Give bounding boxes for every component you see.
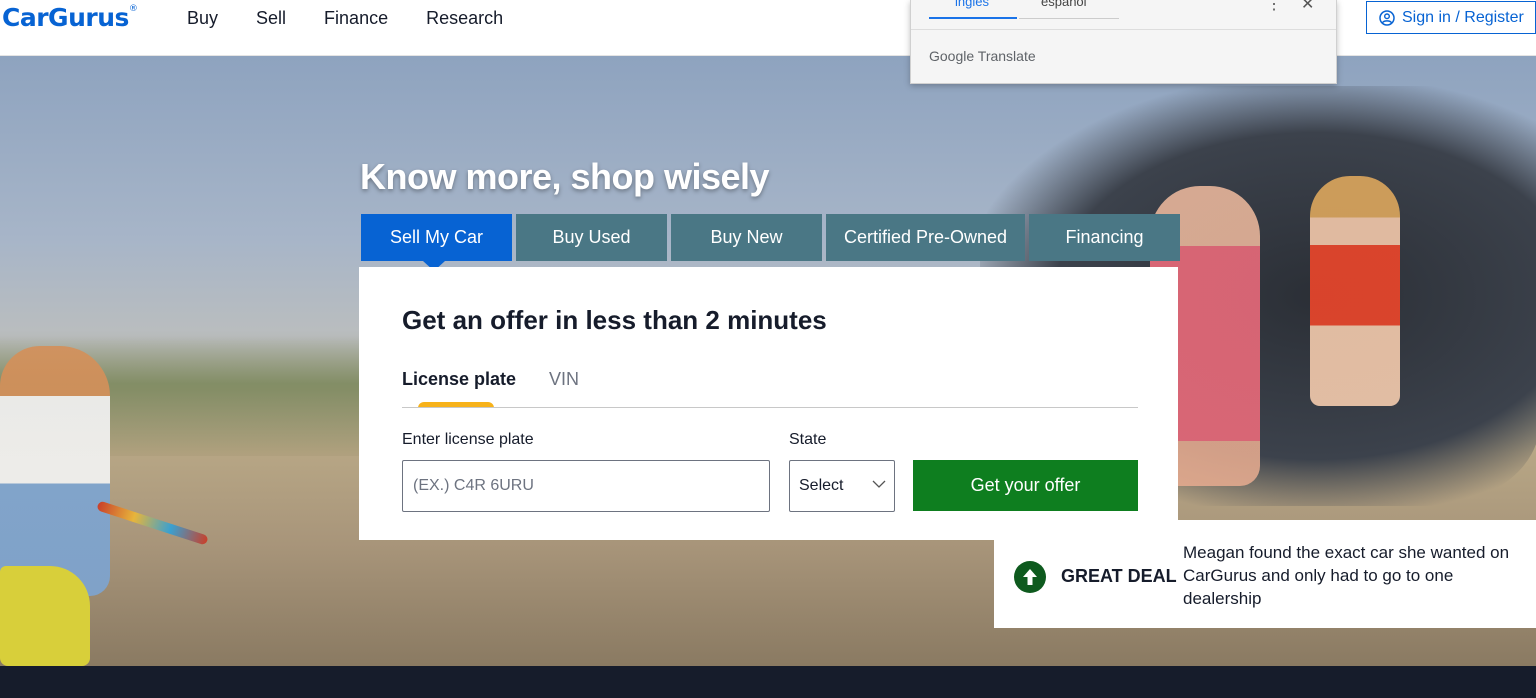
- translate-divider: [1019, 18, 1119, 19]
- hero-photo-boy: [0, 346, 110, 596]
- tab-vin[interactable]: VIN: [549, 369, 579, 390]
- sign-in-label: Sign in / Register: [1402, 8, 1524, 26]
- hero-title: Know more, shop wisely: [360, 156, 770, 197]
- tab-certified-pre-owned[interactable]: Certified Pre-Owned: [826, 214, 1025, 261]
- state-label: State: [789, 431, 827, 448]
- cargurus-logo[interactable]: CarGurus®: [2, 3, 138, 32]
- hero-photo-toy: [96, 500, 209, 546]
- hero-section: Know more, shop wisely Sell My Car Buy U…: [0, 56, 1536, 666]
- state-select[interactable]: Select: [789, 460, 895, 512]
- logo-text: CarGurus: [2, 3, 129, 32]
- google-translate-popup: inglés español ⋮ ✕ Google Translate: [910, 0, 1337, 84]
- more-options-icon[interactable]: ⋮: [1266, 0, 1282, 14]
- translate-language-tabs: inglés español ⋮ ✕: [911, 0, 1336, 30]
- tab-sell-my-car[interactable]: Sell My Car: [361, 214, 512, 271]
- translate-lang-english[interactable]: inglés: [955, 0, 989, 9]
- google-translate-brand: Google Translate: [929, 48, 1036, 64]
- tab-financing[interactable]: Financing: [1029, 214, 1180, 261]
- dark-section-band: [0, 666, 1536, 698]
- deal-rating-label: GREAT DEAL: [1061, 566, 1177, 586]
- sell-offer-card: Get an offer in less than 2 minutes Lice…: [359, 267, 1178, 540]
- offer-card-title: Get an offer in less than 2 minutes: [402, 305, 827, 335]
- great-deal-testimonial: GREAT DEAL Meagan found the exact car sh…: [994, 520, 1536, 628]
- hero-photo-girl: [1310, 176, 1400, 406]
- tab-license-plate[interactable]: License plate: [402, 369, 516, 390]
- arrow-up-icon: [1014, 561, 1046, 593]
- hero-photo-bucket: [0, 566, 90, 666]
- sign-in-button[interactable]: Sign in / Register: [1366, 1, 1536, 34]
- tab-buy-new[interactable]: Buy New: [671, 214, 822, 261]
- get-offer-button[interactable]: Get your offer: [913, 460, 1138, 511]
- license-plate-input[interactable]: [402, 460, 770, 512]
- license-plate-label: Enter license plate: [402, 431, 534, 448]
- translate-active-underline: [929, 17, 1017, 19]
- search-tabs: Sell My Car Buy Used Buy New Certified P…: [361, 214, 1180, 271]
- nav-buy[interactable]: Buy: [187, 8, 218, 29]
- main-nav: Buy Sell Finance Research: [187, 8, 541, 29]
- registered-mark: ®: [128, 3, 138, 14]
- chevron-down-icon: [872, 480, 886, 488]
- user-circle-icon: [1379, 9, 1395, 26]
- state-select-value: Select: [799, 477, 844, 494]
- subtab-divider: [402, 407, 1138, 408]
- tab-buy-used[interactable]: Buy Used: [516, 214, 667, 261]
- nav-sell[interactable]: Sell: [256, 8, 286, 29]
- testimonial-text: Meagan found the exact car she wanted on…: [1183, 543, 1510, 608]
- close-icon[interactable]: ✕: [1301, 0, 1314, 14]
- translate-lang-spanish[interactable]: español: [1041, 0, 1087, 9]
- nav-research[interactable]: Research: [426, 8, 503, 29]
- nav-finance[interactable]: Finance: [324, 8, 388, 29]
